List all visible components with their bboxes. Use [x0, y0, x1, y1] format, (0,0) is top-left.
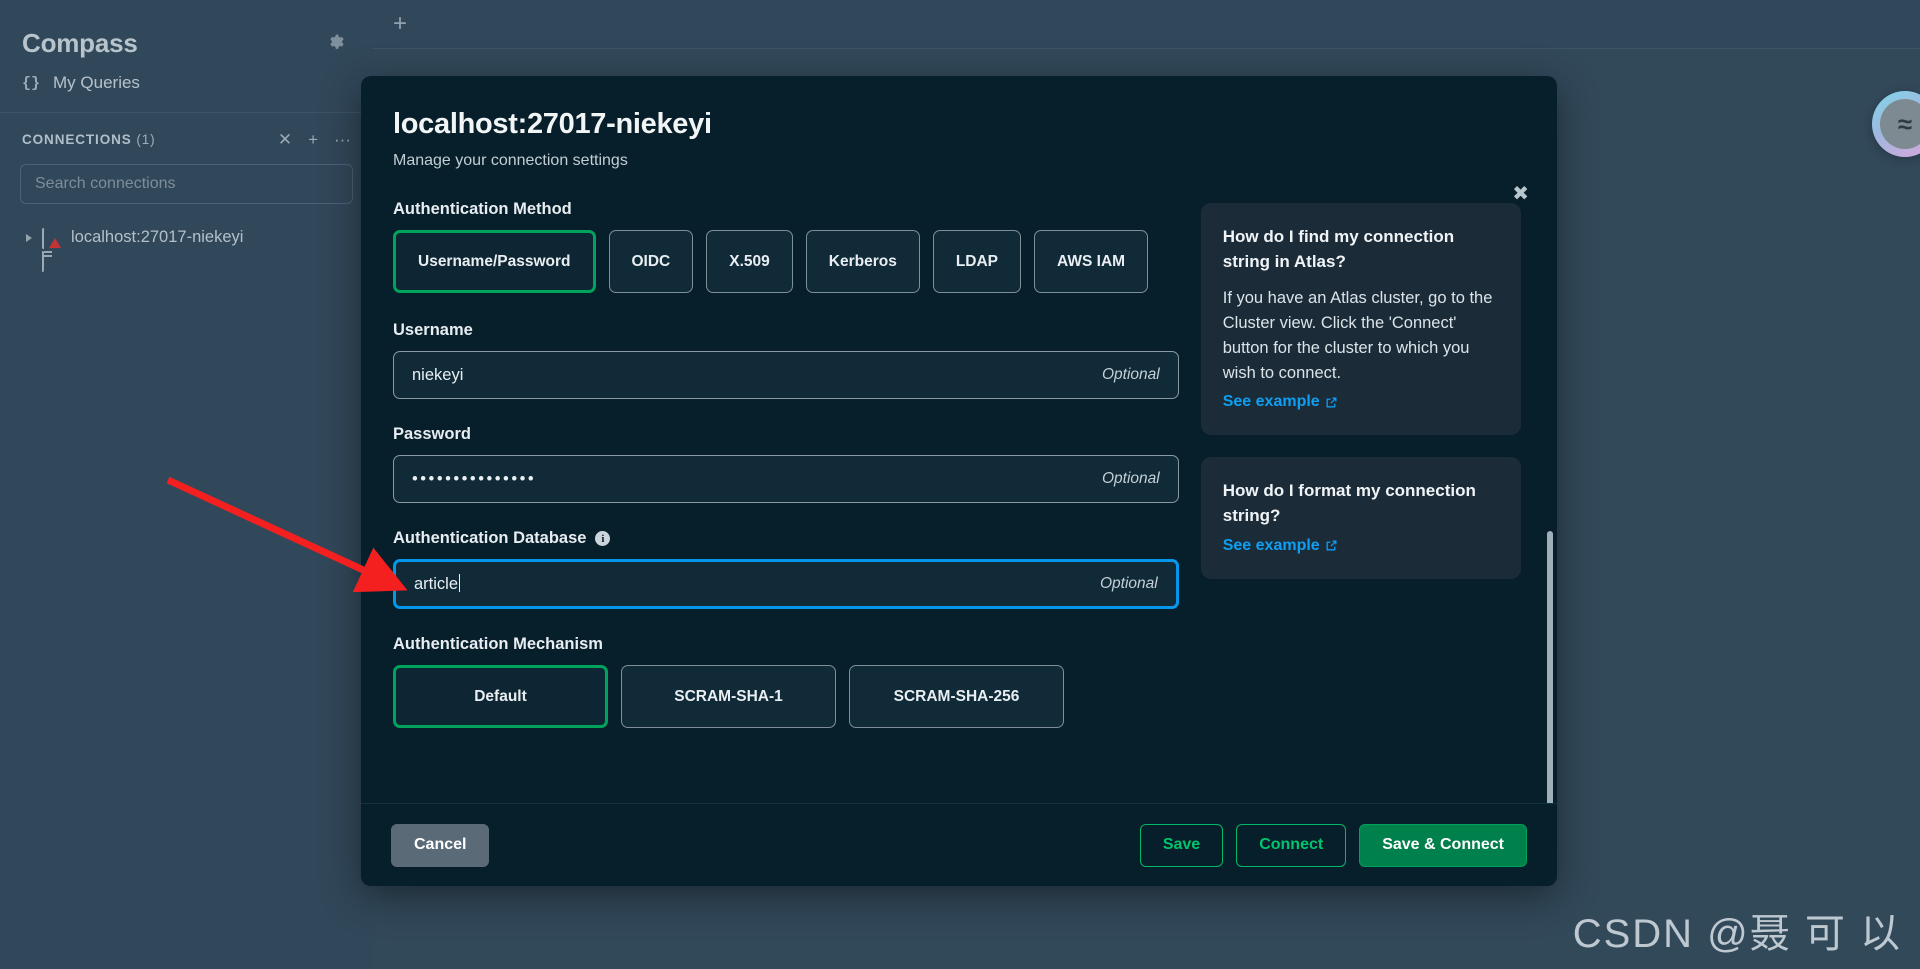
auth-method-label-text: Authentication Method — [393, 200, 572, 218]
sidebar-item-label: My Queries — [53, 73, 140, 92]
auth-mechanism-label-text: Authentication Mechanism — [393, 635, 603, 653]
warning-badge-icon — [49, 237, 61, 248]
auth-mechanism-default[interactable]: Default — [393, 665, 608, 728]
footer-actions: Save Connect Save & Connect — [1139, 823, 1527, 867]
auth-method-options: Username/Password OIDC X.509 Kerberos LD… — [393, 230, 1179, 293]
more-options-icon[interactable]: ··· — [334, 131, 351, 148]
see-example-label: See example — [1222, 536, 1320, 554]
auth-database-optional-hint: Optional — [1100, 575, 1158, 592]
help-column: How do I find my connection string in At… — [1200, 200, 1521, 756]
auth-mechanism-scram-sha-256[interactable]: SCRAM-SHA-256 — [849, 665, 1064, 728]
avatar-glyph: ≈ — [1880, 99, 1920, 149]
username-label-text: Username — [393, 321, 473, 339]
gear-icon[interactable] — [327, 33, 347, 53]
auth-method-kerberos[interactable]: Kerberos — [805, 230, 920, 293]
sidebar-item-my-queries[interactable]: {} My Queries — [0, 62, 373, 104]
auth-database-value: article — [414, 574, 1100, 594]
help-card-format-connection-string: How do I format my connection string? Se… — [1200, 457, 1521, 579]
auth-database-label-text: Authentication Database — [393, 529, 587, 547]
username-input[interactable]: niekeyi Optional — [393, 351, 1179, 399]
help-card-text: If you have an Atlas cluster, go to the … — [1222, 289, 1493, 382]
help-card-find-connection-string: How do I find my connection string in At… — [1200, 203, 1521, 436]
auth-method-x509[interactable]: X.509 — [706, 230, 793, 293]
avatar[interactable]: ≈ — [1872, 91, 1920, 157]
modal-body: localhost:27017-niekeyi Manage your conn… — [361, 76, 1557, 803]
password-label: Password — [393, 425, 1179, 444]
chevron-right-icon[interactable] — [26, 233, 32, 242]
save-button[interactable]: Save — [1139, 823, 1224, 867]
username-optional-hint: Optional — [1102, 366, 1160, 383]
server-icon — [42, 227, 61, 272]
username-label: Username — [393, 321, 1179, 340]
watermark: CSDN @聂 可 以 — [1572, 912, 1902, 956]
modal-title: localhost:27017-niekeyi — [393, 108, 712, 140]
braces-icon: {} — [22, 74, 41, 92]
app-logo: Compass — [22, 27, 138, 58]
connection-settings-modal: ✖ localhost:27017-niekeyi Manage your co… — [361, 76, 1557, 886]
password-value: ••••••••••••••• — [412, 469, 537, 488]
auth-mechanism-scram-sha-1[interactable]: SCRAM-SHA-1 — [621, 665, 836, 728]
external-link-icon — [1326, 397, 1337, 408]
auth-method-label: Authentication Method — [393, 200, 1179, 219]
password-input[interactable]: ••••••••••••••• Optional — [393, 455, 1179, 503]
connections-actions: ✕ + ··· — [278, 131, 351, 148]
username-value: niekeyi — [412, 365, 464, 384]
help-card-title: How do I find my connection string in At… — [1222, 227, 1455, 271]
see-example-link-2[interactable]: See example — [1223, 537, 1338, 555]
help-card-title: How do I format my connection string? — [1222, 481, 1476, 525]
auth-method-username-password[interactable]: Username/Password — [393, 230, 596, 293]
connect-button[interactable]: Connect — [1236, 823, 1347, 867]
connections-count: (1) — [136, 132, 156, 147]
auth-mechanism-options: Default SCRAM-SHA-1 SCRAM-SHA-256 — [393, 665, 1179, 728]
cancel-button[interactable]: Cancel — [391, 823, 490, 867]
collapse-all-icon[interactable]: ✕ — [278, 131, 292, 148]
search-placeholder: Search connections — [35, 175, 176, 192]
info-icon[interactable]: i — [595, 531, 611, 546]
auth-database-input[interactable]: article Optional — [393, 559, 1179, 609]
auth-method-aws-iam[interactable]: AWS IAM — [1034, 230, 1149, 293]
save-and-connect-button[interactable]: Save & Connect — [1359, 823, 1527, 867]
auth-method-oidc[interactable]: OIDC — [608, 230, 694, 293]
modal-footer: Cancel Save Connect Save & Connect — [361, 803, 1557, 886]
see-example-link-1[interactable]: See example — [1223, 393, 1338, 411]
new-tab-button[interactable]: + — [393, 12, 407, 36]
auth-database-value-text: article — [414, 575, 459, 593]
see-example-label: See example — [1222, 393, 1320, 411]
connection-tree-item[interactable]: localhost:27017-niekeyi — [0, 222, 373, 272]
auth-method-ldap[interactable]: LDAP — [932, 230, 1022, 293]
password-optional-hint: Optional — [1102, 470, 1160, 487]
external-link-icon — [1326, 540, 1337, 551]
close-icon[interactable]: ✖ — [1512, 184, 1529, 204]
connections-header: CONNECTIONS (1) ✕ + ··· — [0, 113, 373, 158]
settings-column: Authentication Method Username/Password … — [393, 200, 1179, 756]
modal-subtitle: Manage your connection settings — [393, 152, 628, 169]
password-label-text: Password — [393, 425, 471, 443]
connections-title: CONNECTIONS (1) — [22, 132, 278, 147]
text-cursor — [459, 574, 461, 592]
connections-title-text: CONNECTIONS — [22, 132, 132, 147]
tab-bar: + — [373, 0, 1920, 49]
auth-mechanism-label: Authentication Mechanism — [393, 635, 1179, 654]
add-connection-icon[interactable]: + — [308, 131, 318, 148]
sidebar: Compass {} My Queries CONNECTIONS (1) ✕ … — [0, 0, 373, 969]
search-connections-input[interactable]: Search connections — [20, 164, 353, 204]
app-root: Compass {} My Queries CONNECTIONS (1) ✕ … — [0, 0, 1920, 969]
connection-item-label: localhost:27017-niekeyi — [71, 228, 244, 246]
sidebar-header: Compass — [0, 0, 373, 62]
modal-columns: Authentication Method Username/Password … — [393, 200, 1521, 756]
auth-database-label: Authentication Database i — [393, 529, 1179, 548]
